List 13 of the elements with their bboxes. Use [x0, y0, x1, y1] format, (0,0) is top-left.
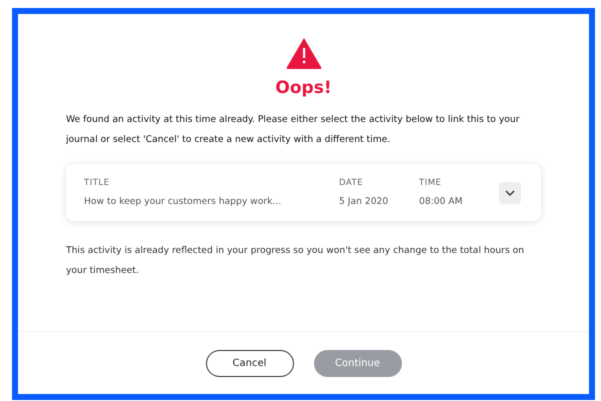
- cancel-button[interactable]: Cancel: [206, 350, 294, 376]
- column-header: TITLE: [84, 178, 110, 188]
- activity-value: 5 Jan 2020: [339, 196, 390, 207]
- progress-note: This activity is already reflected in your progress so you won't see any change to the total hours on your timesheet.: [66, 244, 526, 278]
- activity-value: How to keep your customers happy work...: [84, 196, 282, 207]
- expand-button[interactable]: [499, 182, 521, 204]
- column-header: TIME: [419, 178, 442, 188]
- dialog-title: Oops!: [275, 78, 332, 98]
- chevron-down-icon: [505, 190, 515, 196]
- dialog-message: We found an activity at this time already. Please either select the activity below to link this to your journal or select 'Cancel' to create a new activity with a different time.: [66, 113, 520, 147]
- column-header: DATE: [339, 178, 364, 188]
- activity-value: 08:00 AM: [419, 196, 464, 207]
- warning-icon: [284, 36, 322, 70]
